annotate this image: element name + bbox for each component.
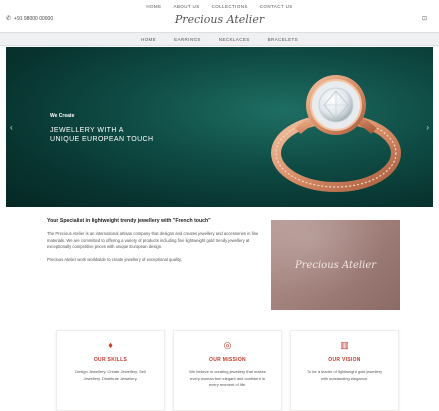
hero-title-line1: Jewellery with a [50,127,124,134]
cart-icon[interactable]: ⊡ [422,15,427,22]
slider-prev-icon[interactable]: ‹ [10,123,13,132]
topnav-item-collections[interactable]: Collections [212,4,248,9]
ring-image [271,75,401,192]
card-mission-title: Our Mission [209,357,246,363]
slider-next-icon[interactable]: › [426,123,429,132]
card-vision-text: To be a leader of lightweight gold jewel… [306,369,383,381]
subnav-item-bracelets[interactable]: Bracelets [268,37,298,42]
about-heading: Your Specialist in lightweight trendy je… [47,218,211,224]
topnav-item-home[interactable]: Home [146,4,161,9]
hero-title: Jewellery with a Unique European Touch [50,126,153,144]
about-paragraph-1: The Precious Atelier is an international… [47,231,259,250]
card-mission-text: We believe in creating jewellery that ma… [189,369,266,388]
topnav-item-about[interactable]: About Us [173,4,199,9]
site-header: ✆ +91 98000 00000 Precious Atelier ⊡ [0,12,439,32]
subnav-item-earrings[interactable]: Earrings [174,37,201,42]
feature-cards: ♦ Our Skills Design Jewellery. Create Je… [56,330,399,411]
hero-title-line2: Unique European Touch [50,136,154,143]
topnav-item-contact[interactable]: Contact Us [260,4,293,9]
hero-kicker: We Create [50,113,75,119]
subnav-item-necklaces[interactable]: Necklaces [219,37,250,42]
subnav-item-home[interactable]: Home [141,37,156,42]
category-nav: Home Earrings Necklaces Bracelets [0,32,439,46]
top-nav: Home About Us Collections Contact Us [0,0,439,12]
card-skills-text: Design Jewellery. Create Jewellery. Sell… [75,369,146,381]
target-icon: ◎ [223,340,232,350]
chart-icon: ▥ [340,340,349,350]
card-vision: ▥ Our Vision To be a leader of lightweig… [290,330,399,411]
diamond-icon: ♦ [108,340,113,350]
card-vision-title: Our Vision [328,357,361,363]
brand-watermark: Precious Atelier [294,260,377,271]
site-logo[interactable]: Precious Atelier [0,13,439,26]
card-mission: ◎ Our Mission We believe in creating jew… [173,330,282,411]
about-paragraph-2: Precious Atelier work worldwide to creat… [47,256,182,262]
hero-banner: ‹ › We Create Jewellery with a Unique Eu… [6,47,433,207]
about-section: Your Specialist in lightweight trendy je… [47,218,269,269]
card-skills-title: Our Skills [93,357,128,363]
brand-image: Precious Atelier [271,220,400,310]
card-skills: ♦ Our Skills Design Jewellery. Create Je… [56,330,165,411]
